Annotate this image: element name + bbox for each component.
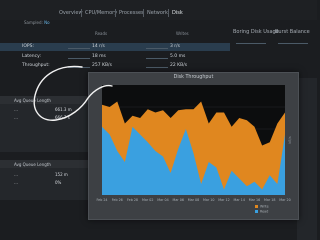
- sampled-status: Sampled: No: [24, 20, 50, 25]
- sampled-value: No: [44, 20, 50, 25]
- metric-label: Latency:: [22, 54, 41, 59]
- queue-panel-2-title: Avg Queue Length: [14, 162, 51, 167]
- sampled-label: Sampled:: [24, 20, 43, 25]
- burst-balance-sparkline: [278, 38, 308, 44]
- x-tick-label: Feb 24: [96, 198, 107, 202]
- legend-swatch: [255, 205, 258, 208]
- x-tick-label: Mar 18: [264, 198, 275, 202]
- tab-overview[interactable]: Overview: [59, 10, 83, 16]
- tab-disk[interactable]: Disk: [172, 10, 183, 16]
- writes-sparkline: [146, 55, 168, 59]
- metric-label: IOPS:: [22, 44, 34, 49]
- legend-label: Write: [260, 205, 269, 209]
- queue-row-label: …: [14, 107, 18, 112]
- reads-value: 257 KB/s: [92, 63, 112, 68]
- x-tick-label: Mar 06: [173, 198, 184, 202]
- writes-sparkline: [146, 64, 168, 68]
- legend-swatch: [255, 210, 258, 213]
- queue-row-label: …: [14, 115, 18, 120]
- metric-row-latency[interactable]: Latency: 18 ms 5.0 ms: [0, 53, 230, 61]
- x-tick-label: Mar 14: [234, 198, 245, 202]
- writes-sparkline: [146, 45, 168, 49]
- right-side-panel: [297, 78, 317, 240]
- tab-separator: [115, 9, 116, 17]
- x-tick-label: Mar 04: [157, 198, 168, 202]
- legend-label: Read: [260, 210, 268, 214]
- x-tick-label: Mar 10: [203, 198, 214, 202]
- x-tick-label: Feb 28: [127, 198, 138, 202]
- x-tick-label: Mar 02: [142, 198, 153, 202]
- reads-value: 14 r/s: [92, 44, 105, 49]
- writes-column-header: Writes: [176, 31, 189, 36]
- queue-row-value: 152 m: [55, 172, 68, 177]
- x-tick-label: Mar 16: [249, 198, 260, 202]
- disk-throughput-chart: Feb 24 Feb 26 Feb 28 Mar 02 Mar 04 Mar 06 Mar …: [96, 85, 292, 214]
- queue-row-value: 666.7 s: [55, 115, 70, 120]
- x-tick-label: Feb 26: [112, 198, 123, 202]
- writes-value: 22 KB/s: [170, 63, 188, 68]
- tab-separator: [168, 9, 169, 17]
- burst-balance-header: Burst Balance: [275, 29, 310, 35]
- queue-row-value: 661.3 m: [55, 107, 72, 112]
- tab-separator: [81, 9, 82, 17]
- tab-cpu-memory[interactable]: CPU/Memory: [85, 10, 117, 16]
- disk-throughput-modal: Disk Throughput Feb 24 Feb 26 Feb 28 Mar 02…: [88, 72, 299, 220]
- reads-sparkline: [68, 55, 90, 59]
- queue-panel: [0, 96, 96, 152]
- queue-row-label: …: [14, 180, 18, 185]
- metric-label: Throughput:: [22, 63, 50, 68]
- y-axis-label: kB/s: [288, 136, 292, 144]
- queue-panel-2-header: Avg Queue Length: [0, 160, 96, 168]
- x-tick-label: Mar 20: [279, 198, 290, 202]
- reads-sparkline: [68, 45, 90, 49]
- reads-sparkline: [68, 64, 90, 68]
- metric-row-iops[interactable]: IOPS: 14 r/s 3 r/s: [0, 43, 230, 51]
- tab-network[interactable]: Network: [147, 10, 168, 16]
- queue-row-label: …: [14, 172, 18, 177]
- writes-value: 3 r/s: [170, 44, 181, 49]
- tab-separator: [143, 9, 144, 17]
- writes-value: 5.0 ms: [170, 54, 186, 59]
- tab-processes[interactable]: Processes: [119, 10, 144, 16]
- x-tick-label: Mar 12: [218, 198, 229, 202]
- boring-disk-usage-header: Boring Disk Usage: [233, 29, 279, 35]
- x-tick-label: Mar 08: [188, 198, 199, 202]
- reads-value: 18 ms: [92, 54, 106, 59]
- queue-panel-header: Avg Queue Length: [0, 96, 96, 104]
- queue-panel-title: Avg Queue Length: [14, 98, 51, 103]
- disk-usage-sparkline: [236, 38, 266, 44]
- queue-row-value: 0%: [55, 180, 62, 185]
- reads-column-header: Reads: [95, 31, 108, 36]
- top-bar: Overview CPU/Memory Processes Network Di…: [0, 0, 317, 20]
- metric-row-throughput[interactable]: Throughput: 257 KB/s 22 KB/s: [0, 62, 230, 70]
